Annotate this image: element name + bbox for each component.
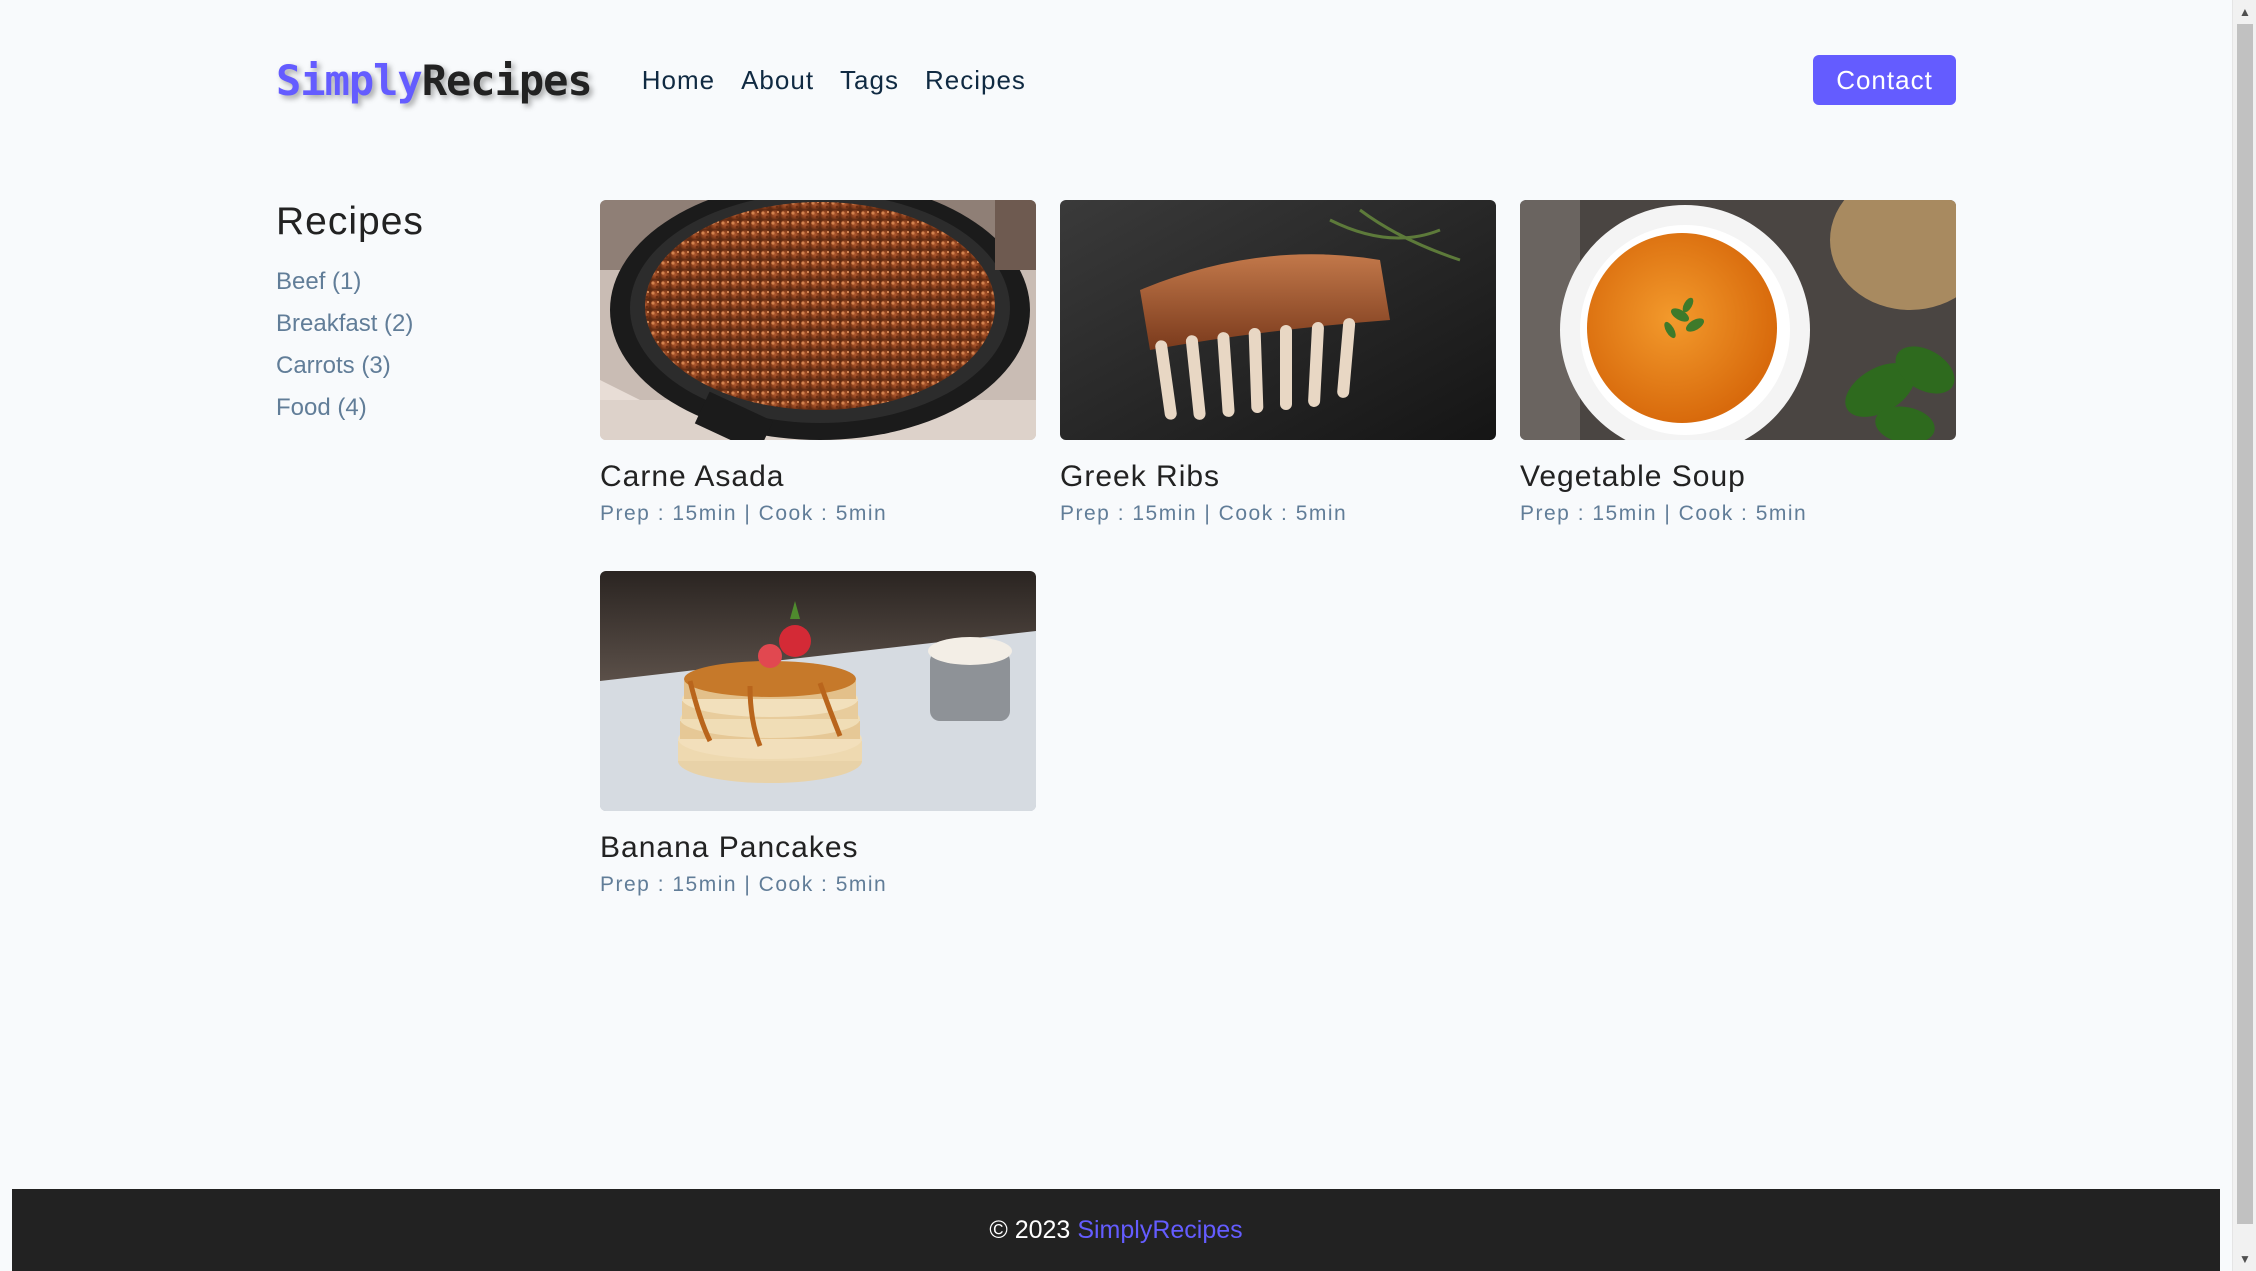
tag-link-breakfast[interactable]: Breakfast (2) [276,303,576,345]
tags-sidebar: Recipes Beef (1) Breakfast (2) Carrots (… [276,200,576,429]
footer-brand-link[interactable]: SimplyRecipes [1077,1216,1242,1245]
site-logo[interactable]: SimplyRecipes [276,55,593,105]
recipe-title: Vegetable Soup [1520,460,1746,493]
recipe-title: Banana Pancakes [600,831,859,864]
recipe-meta: Prep : 15min | Cook : 5min [1520,502,1808,525]
recipe-meta: Prep : 15min | Cook : 5min [1060,502,1348,525]
recipe-meta: Prep : 15min | Cook : 5min [600,873,888,896]
recipe-card[interactable]: Carne Asada Prep : 15min | Cook : 5min [600,200,1036,526]
scroll-down-arrow-icon[interactable]: ▼ [2233,1247,2256,1271]
recipe-card[interactable]: Vegetable Soup Prep : 15min | Cook : 5mi… [1520,200,1956,526]
nav-link-recipes[interactable]: Recipes [925,65,1026,96]
recipe-image-banana-pancakes [600,571,1036,811]
sidebar-title: Recipes [276,200,424,243]
recipe-card[interactable]: Banana Pancakes Prep : 15min | Cook : 5m… [600,571,1036,897]
scrollbar-thumb[interactable] [2237,24,2253,1224]
nav-links: Home About Tags Recipes [642,65,1026,96]
logo-part-recipes: Recipes [421,55,593,105]
nav-link-tags[interactable]: Tags [840,65,899,96]
logo-part-simply: Simply [276,55,423,105]
tag-link-beef[interactable]: Beef (1) [276,261,576,303]
nav-link-about[interactable]: About [741,65,814,96]
footer-copyright: © 2023 [989,1215,1071,1244]
recipe-title: Greek Ribs [1060,460,1221,493]
footer: © 2023 SimplyRecipes [12,1189,2220,1271]
tag-link-carrots[interactable]: Carrots (3) [276,345,576,387]
scroll-up-arrow-icon[interactable]: ▲ [2233,0,2256,24]
recipe-image-vegetable-soup [1520,200,1956,440]
recipe-image-carne-asada [600,200,1036,440]
recipe-meta: Prep : 15min | Cook : 5min [600,502,888,525]
nav-link-home[interactable]: Home [642,65,715,96]
tag-link-food[interactable]: Food (4) [276,387,576,429]
recipe-title: Carne Asada [600,460,785,493]
recipe-image-greek-ribs [1060,200,1496,440]
navbar: SimplyRecipes Home About Tags Recipes Co… [276,55,1956,105]
recipe-card[interactable]: Greek Ribs Prep : 15min | Cook : 5min [1060,200,1496,526]
contact-button[interactable]: Contact [1813,55,1956,105]
page-scrollbar[interactable]: ▲ ▼ [2232,0,2256,1271]
